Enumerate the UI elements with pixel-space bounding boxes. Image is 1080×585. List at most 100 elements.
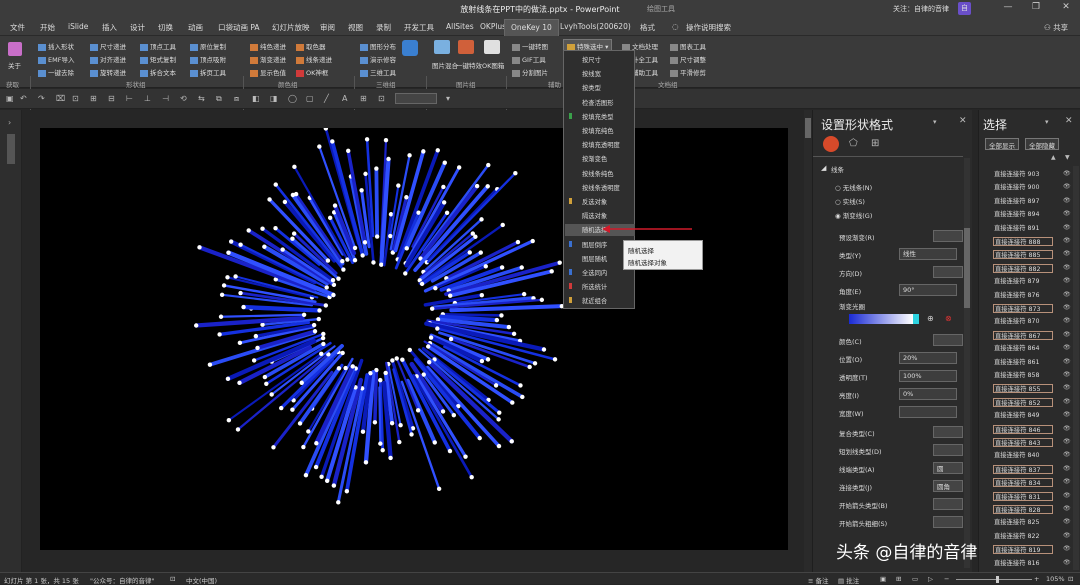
move-up-icon[interactable]: ▲	[1051, 154, 1056, 161]
split-page-button[interactable]: 拆页工具	[190, 67, 226, 77]
compound-type-dropdown[interactable]	[933, 426, 963, 438]
demo-repair-button[interactable]: 演示修容	[360, 54, 396, 64]
save-icon[interactable]: ▣	[6, 94, 15, 103]
tab-developer[interactable]: 开发工具	[404, 22, 434, 33]
visibility-eye-icon[interactable]: 👁	[1063, 224, 1071, 231]
dropdown-item[interactable]: 按填充类型	[582, 112, 613, 121]
visibility-eye-icon[interactable]: 👁	[1063, 277, 1071, 284]
visibility-eye-icon[interactable]: 👁	[1063, 183, 1071, 190]
visibility-eye-icon[interactable]: 👁	[1063, 425, 1071, 432]
selection-list-item[interactable]: 直接连接符 873	[993, 304, 1053, 313]
ok-image-box-button[interactable]: OK图箱	[482, 60, 504, 70]
selection-list-item[interactable]: 直接连接符 822	[993, 532, 1053, 541]
selection-list-item[interactable]: 直接连接符 882	[993, 263, 1053, 273]
grid-icon[interactable]: ⊞	[360, 94, 369, 103]
size-adjust-button[interactable]: 尺寸调整	[670, 54, 706, 64]
visibility-eye-icon[interactable]: 👁	[1063, 237, 1071, 244]
dropdown-item[interactable]: 所选统计	[582, 282, 607, 291]
add-stop-icon[interactable]: ⊕	[927, 314, 934, 323]
dash-type-dropdown[interactable]	[933, 444, 963, 456]
join-type-dropdown[interactable]: 圆角	[933, 480, 963, 492]
selection-list-item[interactable]: 直接连接符 852	[993, 397, 1053, 407]
dropdown-item[interactable]: 图层倒序	[582, 240, 607, 249]
hide-all-button[interactable]: 全部隐藏	[1025, 138, 1059, 150]
selection-list-item[interactable]: 直接连接符 840	[993, 451, 1053, 460]
selection-list-item[interactable]: 直接连接符 885	[993, 250, 1053, 260]
selection-list-item[interactable]: 直接连接符 816	[993, 559, 1053, 568]
visibility-eye-icon[interactable]: 👁	[1063, 291, 1071, 298]
cap-type-dropdown[interactable]: 圆	[933, 462, 963, 474]
selection-list-item[interactable]: 直接连接符 870	[993, 317, 1053, 326]
visibility-eye-icon[interactable]: 👁	[1063, 384, 1071, 391]
selection-list-item[interactable]: 直接连接符 861	[993, 358, 1053, 367]
brightness-input[interactable]: 0%	[899, 388, 957, 400]
ok-image-box-icon[interactable]	[484, 40, 500, 54]
normal-view-icon[interactable]: ▣	[880, 575, 886, 583]
selection-list-item[interactable]: 直接连接符 879	[993, 277, 1053, 286]
visibility-eye-icon[interactable]: 👁	[1063, 264, 1071, 271]
split-text-button[interactable]: 拆合文本	[140, 67, 176, 77]
selection-list-item[interactable]: 直接连接符 843	[993, 438, 1053, 447]
selection-list-item[interactable]: 直接连接符 897	[993, 197, 1053, 206]
visibility-eye-icon[interactable]: 👁	[1063, 304, 1071, 311]
dropdown-item[interactable]: 按类型	[582, 83, 601, 92]
selection-list-item[interactable]: 直接连接符 837	[993, 464, 1053, 474]
align-icon[interactable]: ⊞	[90, 94, 99, 103]
visibility-eye-icon[interactable]: 👁	[1063, 197, 1071, 204]
dropdown-item[interactable]: 按渐变色	[582, 154, 607, 163]
avatar[interactable]: 自	[958, 2, 971, 15]
tab-review[interactable]: 审阅	[320, 22, 335, 33]
selection-list-item[interactable]: 直接连接符 876	[993, 291, 1053, 300]
close-button[interactable]: ✕	[1058, 2, 1074, 14]
accessibility-icon[interactable]: ⊡	[170, 575, 175, 583]
visibility-eye-icon[interactable]: 👁	[1063, 465, 1071, 472]
effects-icon[interactable]: ⬠	[849, 138, 858, 149]
visibility-eye-icon[interactable]: 👁	[1063, 170, 1071, 177]
thumbnail-label[interactable]	[7, 134, 15, 164]
dropdown-item[interactable]: 全选同内	[582, 268, 607, 277]
radio-solid-line[interactable]: ○ 实线(S)	[835, 196, 865, 206]
tab-allsites[interactable]: AllSites	[446, 22, 474, 31]
image-blend-icon[interactable]	[434, 40, 450, 54]
selection-list-item[interactable]: 直接连接符 819	[993, 545, 1053, 555]
slideshow-view-icon[interactable]: ▷	[928, 575, 933, 583]
split-image-button[interactable]: 分割图片	[512, 67, 548, 77]
align-step-button[interactable]: 对齐递进	[90, 54, 126, 64]
type-dropdown[interactable]: 线性	[899, 248, 957, 260]
text-icon[interactable]: A	[342, 94, 351, 103]
move-down-icon[interactable]: ▼	[1065, 154, 1070, 161]
distribute-icon[interactable]: ⊟	[108, 94, 117, 103]
gif-tool-button[interactable]: GIF工具	[512, 54, 546, 64]
selection-list-item[interactable]: 直接连接符 888	[993, 237, 1053, 246]
pane-scroll-thumb[interactable]	[964, 228, 970, 308]
visibility-eye-icon[interactable]: 👁	[1063, 210, 1071, 217]
align-center-icon[interactable]: ⊥	[144, 94, 153, 103]
visibility-eye-icon[interactable]: 👁	[1063, 344, 1071, 351]
merge-icon[interactable]: ◯	[288, 94, 297, 103]
font-size-input[interactable]	[395, 93, 437, 104]
image-blend-button[interactable]: 图片混合	[432, 60, 458, 70]
selection-list-item[interactable]: 直接连接符 894	[993, 210, 1053, 219]
dropdown-item[interactable]: 按填充纯色	[582, 126, 613, 135]
visibility-eye-icon[interactable]: 👁	[1063, 250, 1071, 257]
visibility-eye-icon[interactable]: 👁	[1063, 559, 1071, 566]
3d-tool-button[interactable]: 三维工具	[360, 67, 396, 77]
rotate-step-button[interactable]: 旋转递进	[90, 67, 126, 77]
dropdown-item[interactable]: 按线宽	[582, 69, 601, 78]
send-back-icon[interactable]: ◨	[270, 94, 279, 103]
visibility-eye-icon[interactable]: 👁	[1063, 411, 1071, 418]
maximize-button[interactable]: ❐	[1028, 2, 1044, 14]
flip-icon[interactable]: ⇆	[198, 94, 207, 103]
group-icon[interactable]: ⧉	[216, 94, 225, 103]
pane-options-icon[interactable]: ▾	[933, 118, 937, 126]
crop-icon[interactable]: ⊡	[72, 94, 81, 103]
dropdown-item[interactable]: 隔选对象	[582, 211, 607, 220]
ok-frame-button[interactable]: OK神框	[296, 67, 328, 77]
material-library-icon[interactable]	[402, 40, 418, 56]
minimize-button[interactable]: —	[1000, 2, 1016, 14]
zoom-in-icon[interactable]: +	[1034, 575, 1039, 583]
begin-arrow-type-dropdown[interactable]	[933, 498, 963, 510]
dropdown-item[interactable]: 按线条透明度	[582, 183, 620, 192]
zoom-level[interactable]: 105%	[1046, 575, 1065, 583]
shape-distribute-button[interactable]: 图形分布	[360, 41, 396, 51]
